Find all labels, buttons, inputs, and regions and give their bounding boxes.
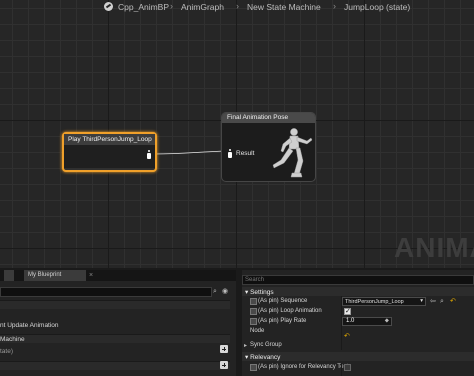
final-animation-pose-node[interactable]: Final Animation Pose Result [221,112,316,182]
property-label: (As pin) Loop Animation [258,308,322,314]
node-title: Final Animation Pose [222,113,315,123]
details-panel: Search ▾ Settings (As pin) Sequence Thir… [242,270,474,376]
expand-arrow-icon[interactable]: ▸ [244,342,247,349]
tab-my-blueprint[interactable]: My Blueprint [24,270,86,281]
property-row-ignore-relevancy: (As pin) Ignore for Relevancy Test [242,363,474,372]
pose-output-pin-icon[interactable] [147,150,151,159]
list-item-label[interactable]: nt Update Animation [0,322,59,329]
reset-to-default-icon[interactable]: ↶ [344,332,350,340]
tab-label: My Blueprint [28,272,62,278]
property-row-loop-animation: (As pin) Loop Animation [242,307,474,316]
tab-close-icon[interactable]: × [89,272,93,279]
property-row-node: Node [242,327,474,336]
reset-to-default-icon[interactable]: ↶ [450,297,456,305]
dropdown-arrow-icon: ▾ [420,298,423,304]
play-rate-input[interactable]: 1.0 ⬥ [342,317,392,326]
expose-as-pin-checkbox[interactable] [250,308,257,315]
section-label: Settings [250,289,274,296]
result-pin-label: Result [236,150,255,157]
running-mannequin-icon [272,128,313,178]
property-label: Node [250,328,265,334]
property-row-play-rate: (As pin) Play Rate 1.0 ⬥ [242,317,474,326]
node-title: Play ThirdPersonJump_Loop [64,134,155,145]
ignore-relevancy-checkbox[interactable] [344,364,351,371]
my-blueprint-panel: My Blueprint × ⌕ ◉ nt Update Animation M… [0,270,236,376]
bottom-panels: My Blueprint × ⌕ ◉ nt Update Animation M… [0,268,474,376]
use-selected-asset-icon[interactable]: ⇦ [430,297,436,306]
add-item-button[interactable] [220,345,228,353]
spin-handle-icon[interactable]: ⬥ [385,318,389,325]
category-header[interactable] [0,334,230,343]
details-search-row: Search [242,275,474,285]
property-label: (As pin) Sequence [258,298,308,304]
loop-animation-checkbox[interactable] [344,307,351,315]
property-label: (As pin) Ignore for Relevancy Test [258,364,349,370]
tab-bar: My Blueprint × [0,270,236,281]
details-search-input[interactable]: Search [242,275,474,285]
category-label: Machine [0,336,25,343]
settings-section-header[interactable]: ▾ Settings [242,287,474,296]
sequence-value: ThirdPersonJump_Loop [345,299,404,305]
column-divider[interactable] [341,363,342,376]
list-item-label[interactable]: tate) [0,348,13,355]
category-header[interactable] [0,361,230,370]
expose-as-pin-checkbox[interactable] [250,364,257,371]
graph-watermark: ANIMA [394,232,474,263]
section-label: Relevancy [250,354,281,361]
list-item[interactable] [0,300,230,309]
browse-asset-icon[interactable]: ⌕ [440,297,444,306]
property-row-sequence: (As pin) Sequence ThirdPersonJump_Loop ▾… [242,297,474,306]
sequence-asset-picker[interactable]: ThirdPersonJump_Loop ▾ [342,297,426,306]
anim-graph-canvas[interactable]: Cpp_AnimBP › AnimGraph › New State Machi… [0,0,474,268]
play-animation-node[interactable]: Play ThirdPersonJump_Loop [62,132,157,172]
search-row: ⌕ ◉ [0,287,236,297]
play-rate-value: 1.0 [346,318,355,324]
property-label: (As pin) Play Rate [258,318,307,324]
search-input[interactable] [0,287,212,297]
expose-as-pin-checkbox[interactable] [250,318,257,325]
view-options-icon[interactable]: ◉ [222,287,228,296]
relevancy-section-header[interactable]: ▾ Relevancy [242,352,474,361]
pose-input-pin-icon[interactable] [228,149,232,158]
tab-collapsed[interactable] [4,270,14,281]
search-icon[interactable]: ⌕ [213,287,217,296]
property-label: Sync Group [250,342,282,348]
expose-as-pin-checkbox[interactable] [250,298,257,305]
add-item-button[interactable] [220,361,228,369]
property-row-sync-group[interactable]: ▸ Sync Group [242,341,474,350]
